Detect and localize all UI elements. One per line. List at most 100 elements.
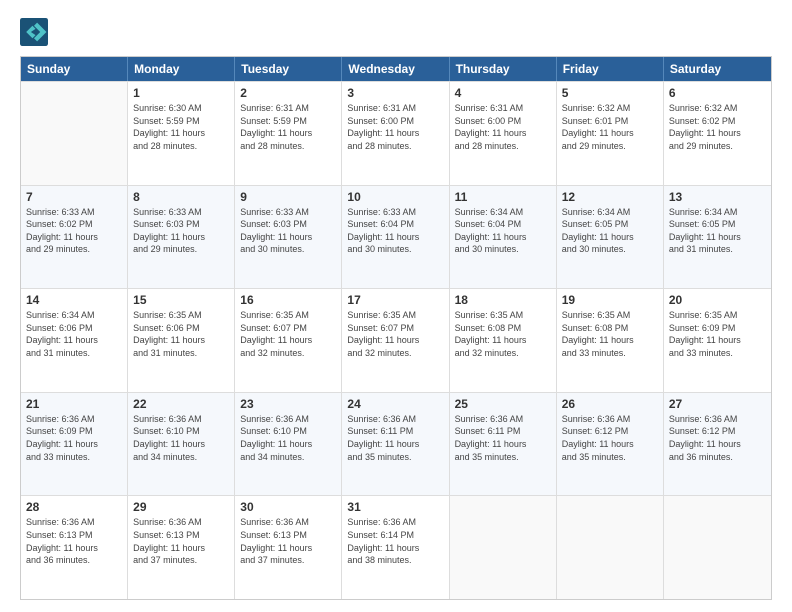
page: SundayMondayTuesdayWednesdayThursdayFrid… (0, 0, 792, 612)
day-30: 30 Sunrise: 6:36 AM Sunset: 6:13 PM Dayli… (235, 496, 342, 599)
day-24: 24 Sunrise: 6:36 AM Sunset: 6:11 PM Dayli… (342, 393, 449, 496)
day-29: 29 Sunrise: 6:36 AM Sunset: 6:13 PM Dayli… (128, 496, 235, 599)
day-number: 26 (562, 397, 658, 411)
day-number: 8 (133, 190, 229, 204)
day-number: 21 (26, 397, 122, 411)
day-number: 22 (133, 397, 229, 411)
day-number: 30 (240, 500, 336, 514)
day-7: 7Sunrise: 6:33 AM Sunset: 6:02 PM Daylig… (21, 186, 128, 289)
day-info: Sunrise: 6:36 AM Sunset: 6:13 PM Dayligh… (240, 516, 336, 566)
day-14: 14 Sunrise: 6:34 AM Sunset: 6:06 PM Dayli… (21, 289, 128, 392)
calendar: SundayMondayTuesdayWednesdayThursdayFrid… (20, 56, 772, 600)
day-27: 27 Sunrise: 6:36 AM Sunset: 6:12 PM Dayli… (664, 393, 771, 496)
header-cell-monday: Monday (128, 57, 235, 81)
header-cell-sunday: Sunday (21, 57, 128, 81)
day-info: Sunrise: 6:35 AM Sunset: 6:07 PM Dayligh… (347, 309, 443, 359)
empty-cell (21, 82, 128, 185)
day-number: 4 (455, 86, 551, 100)
day-info: Sunrise: 6:36 AM Sunset: 6:10 PM Dayligh… (240, 413, 336, 463)
day-info: Sunrise: 6:34 AM Sunset: 6:04 PM Dayligh… (455, 206, 551, 256)
header-cell-wednesday: Wednesday (342, 57, 449, 81)
day-26: 26 Sunrise: 6:36 AM Sunset: 6:12 PM Dayli… (557, 393, 664, 496)
day-number: 12 (562, 190, 658, 204)
day-number: 9 (240, 190, 336, 204)
empty-cell (450, 496, 557, 599)
calendar-body: 1 Sunrise: 6:30 AM Sunset: 5:59 PM Daylig… (21, 81, 771, 599)
day-number: 29 (133, 500, 229, 514)
week-3: 14 Sunrise: 6:34 AM Sunset: 6:06 PM Dayli… (21, 288, 771, 392)
header-cell-tuesday: Tuesday (235, 57, 342, 81)
day-number: 16 (240, 293, 336, 307)
day-info: Sunrise: 6:34 AM Sunset: 6:05 PM Dayligh… (669, 206, 766, 256)
day-4: 4 Sunrise: 6:31 AM Sunset: 6:00 PM Daylig… (450, 82, 557, 185)
week-4: 21 Sunrise: 6:36 AM Sunset: 6:09 PM Dayli… (21, 392, 771, 496)
day-number: 7 (26, 190, 122, 204)
day-10: 10 Sunrise: 6:33 AM Sunset: 6:04 PM Dayli… (342, 186, 449, 289)
day-info: Sunrise: 6:36 AM Sunset: 6:11 PM Dayligh… (455, 413, 551, 463)
day-12: 12 Sunrise: 6:34 AM Sunset: 6:05 PM Dayli… (557, 186, 664, 289)
day-number: 27 (669, 397, 766, 411)
day-number: 23 (240, 397, 336, 411)
week-1: 1 Sunrise: 6:30 AM Sunset: 5:59 PM Daylig… (21, 81, 771, 185)
day-info: Sunrise: 6:34 AM Sunset: 6:05 PM Dayligh… (562, 206, 658, 256)
header-cell-thursday: Thursday (450, 57, 557, 81)
day-info: Sunrise: 6:36 AM Sunset: 6:11 PM Dayligh… (347, 413, 443, 463)
day-info: Sunrise: 6:35 AM Sunset: 6:09 PM Dayligh… (669, 309, 766, 359)
day-25: 25 Sunrise: 6:36 AM Sunset: 6:11 PM Dayli… (450, 393, 557, 496)
day-number: 14 (26, 293, 122, 307)
day-number: 3 (347, 86, 443, 100)
day-16: 16 Sunrise: 6:35 AM Sunset: 6:07 PM Dayli… (235, 289, 342, 392)
day-number: 20 (669, 293, 766, 307)
day-28: 28Sunrise: 6:36 AM Sunset: 6:13 PM Dayli… (21, 496, 128, 599)
day-number: 31 (347, 500, 443, 514)
day-number: 18 (455, 293, 551, 307)
logo-icon (20, 18, 48, 46)
day-info: Sunrise: 6:36 AM Sunset: 6:09 PM Dayligh… (26, 413, 122, 463)
day-info: Sunrise: 6:36 AM Sunset: 6:12 PM Dayligh… (562, 413, 658, 463)
day-2: 2 Sunrise: 6:31 AM Sunset: 5:59 PM Daylig… (235, 82, 342, 185)
day-info: Sunrise: 6:36 AM Sunset: 6:13 PM Dayligh… (133, 516, 229, 566)
day-31: 31 Sunrise: 6:36 AM Sunset: 6:14 PM Dayli… (342, 496, 449, 599)
empty-cell (664, 496, 771, 599)
empty-cell (557, 496, 664, 599)
day-info: Sunrise: 6:31 AM Sunset: 5:59 PM Dayligh… (240, 102, 336, 152)
day-info: Sunrise: 6:31 AM Sunset: 6:00 PM Dayligh… (455, 102, 551, 152)
day-number: 10 (347, 190, 443, 204)
day-info: Sunrise: 6:35 AM Sunset: 6:07 PM Dayligh… (240, 309, 336, 359)
day-info: Sunrise: 6:36 AM Sunset: 6:13 PM Dayligh… (26, 516, 122, 566)
day-11: 11 Sunrise: 6:34 AM Sunset: 6:04 PM Dayli… (450, 186, 557, 289)
day-number: 24 (347, 397, 443, 411)
day-info: Sunrise: 6:33 AM Sunset: 6:03 PM Dayligh… (240, 206, 336, 256)
day-number: 2 (240, 86, 336, 100)
day-info: Sunrise: 6:36 AM Sunset: 6:14 PM Dayligh… (347, 516, 443, 566)
week-2: 7Sunrise: 6:33 AM Sunset: 6:02 PM Daylig… (21, 185, 771, 289)
header-cell-friday: Friday (557, 57, 664, 81)
day-info: Sunrise: 6:33 AM Sunset: 6:04 PM Dayligh… (347, 206, 443, 256)
day-info: Sunrise: 6:30 AM Sunset: 5:59 PM Dayligh… (133, 102, 229, 152)
day-info: Sunrise: 6:32 AM Sunset: 6:01 PM Dayligh… (562, 102, 658, 152)
day-number: 17 (347, 293, 443, 307)
calendar-header: SundayMondayTuesdayWednesdayThursdayFrid… (21, 57, 771, 81)
day-18: 18Sunrise: 6:35 AM Sunset: 6:08 PM Dayli… (450, 289, 557, 392)
day-info: Sunrise: 6:36 AM Sunset: 6:12 PM Dayligh… (669, 413, 766, 463)
day-20: 20 Sunrise: 6:35 AM Sunset: 6:09 PM Dayli… (664, 289, 771, 392)
day-info: Sunrise: 6:35 AM Sunset: 6:06 PM Dayligh… (133, 309, 229, 359)
logo (20, 18, 52, 46)
day-19: 19Sunrise: 6:35 AM Sunset: 6:08 PM Dayli… (557, 289, 664, 392)
day-info: Sunrise: 6:34 AM Sunset: 6:06 PM Dayligh… (26, 309, 122, 359)
day-number: 15 (133, 293, 229, 307)
day-8: 8 Sunrise: 6:33 AM Sunset: 6:03 PM Daylig… (128, 186, 235, 289)
week-5: 28Sunrise: 6:36 AM Sunset: 6:13 PM Dayli… (21, 495, 771, 599)
day-1: 1 Sunrise: 6:30 AM Sunset: 5:59 PM Daylig… (128, 82, 235, 185)
day-22: 22Sunrise: 6:36 AM Sunset: 6:10 PM Dayli… (128, 393, 235, 496)
day-number: 1 (133, 86, 229, 100)
day-number: 11 (455, 190, 551, 204)
day-21: 21 Sunrise: 6:36 AM Sunset: 6:09 PM Dayli… (21, 393, 128, 496)
day-info: Sunrise: 6:33 AM Sunset: 6:03 PM Dayligh… (133, 206, 229, 256)
day-number: 6 (669, 86, 766, 100)
header (20, 18, 772, 46)
day-15: 15 Sunrise: 6:35 AM Sunset: 6:06 PM Dayli… (128, 289, 235, 392)
day-number: 5 (562, 86, 658, 100)
day-23: 23 Sunrise: 6:36 AM Sunset: 6:10 PM Dayli… (235, 393, 342, 496)
day-number: 25 (455, 397, 551, 411)
